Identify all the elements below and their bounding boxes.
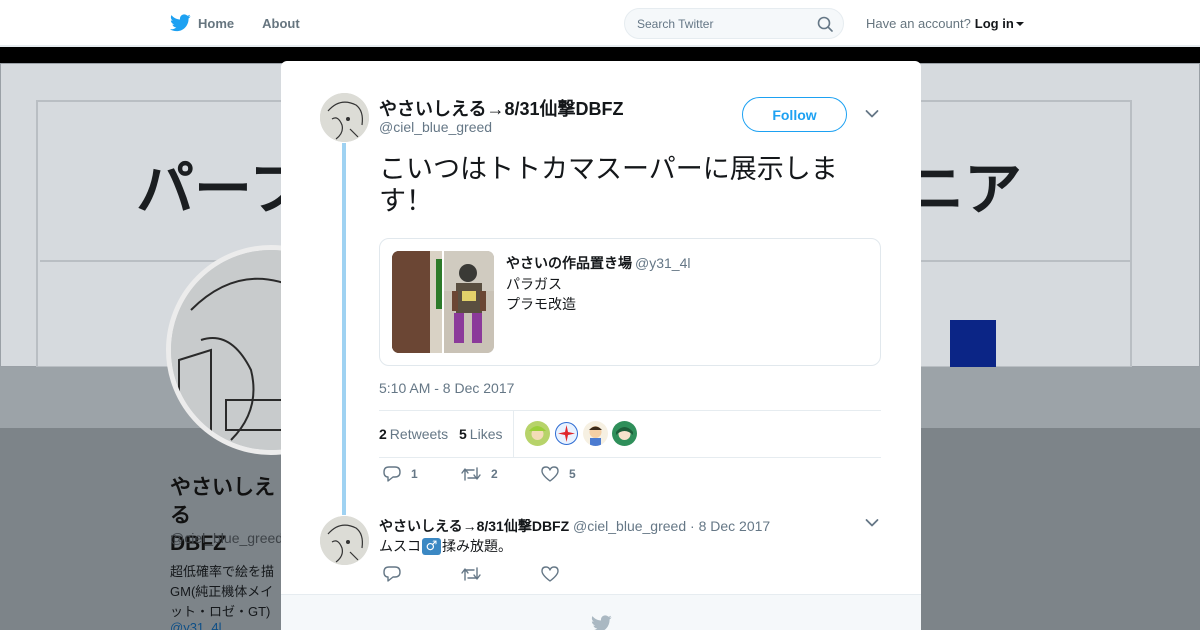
tweet-text: こいつはトトカマスーパーに展示します！ bbox=[379, 154, 838, 217]
retweets-stat[interactable]: 2 Retweets bbox=[379, 426, 448, 442]
like-count: 5 bbox=[569, 467, 576, 481]
reply-text: ムスコ ♂ 揉み放題。 bbox=[379, 536, 512, 556]
reply-retweet-button[interactable] bbox=[461, 566, 491, 582]
reply-text-before: ムスコ bbox=[379, 538, 421, 554]
retweet-icon bbox=[461, 567, 481, 581]
search-input[interactable] bbox=[625, 9, 805, 38]
tweet-stats: 2 Retweets 5 Likes bbox=[379, 410, 881, 458]
liker-avatar[interactable] bbox=[554, 421, 579, 446]
profile-bio: 超低確率で絵を描 GM(純正機体メイ ット・ロゼ・GT) bbox=[170, 562, 282, 622]
nav-about-label: About bbox=[262, 15, 300, 31]
chevron-down-icon[interactable] bbox=[865, 518, 879, 528]
reply-header: やさいしえる→8/31仙撃DBFZ @ciel_blue_greed · 8 D… bbox=[379, 516, 770, 536]
reply-icon bbox=[383, 566, 401, 582]
nav-home-label: Home bbox=[198, 15, 235, 31]
likes-count: 5 bbox=[459, 426, 467, 442]
quoted-tweet-line2: プラモ改造 bbox=[506, 296, 576, 312]
liker-avatar[interactable] bbox=[612, 421, 637, 446]
author-handle[interactable]: @ciel_blue_greed bbox=[379, 119, 492, 135]
stats-divider bbox=[513, 411, 514, 458]
banner-text-right: ニア bbox=[906, 155, 1023, 223]
twitter-bird-icon bbox=[591, 615, 612, 630]
reply-like-button[interactable] bbox=[541, 566, 569, 582]
quoted-tweet-line1: パラガス bbox=[506, 276, 562, 292]
likes-stat[interactable]: 5 Likes bbox=[459, 426, 502, 442]
caret-down-icon[interactable] bbox=[1015, 21, 1024, 26]
tweet-modal: やさいしえる→8/31仙撃DBFZ @ciel_blue_greed Follo… bbox=[281, 61, 921, 630]
reply-button[interactable]: 1 bbox=[383, 466, 418, 482]
liker-avatar[interactable] bbox=[583, 421, 608, 446]
quoted-tweet-header: やさいの作品置き場 @y31_4l bbox=[506, 253, 690, 273]
reply-count: 1 bbox=[411, 467, 418, 481]
reply-text-after: 揉み放題。 bbox=[442, 538, 512, 554]
reply-author-name[interactable]: やさいしえる→8/31仙撃DBFZ bbox=[379, 518, 569, 534]
reply-date[interactable]: 8 Dec 2017 bbox=[699, 518, 771, 534]
account-area: Have an account? Log in bbox=[866, 16, 1024, 31]
follow-button[interactable]: Follow bbox=[742, 97, 847, 132]
reply-separator: · bbox=[690, 518, 695, 534]
retweet-icon bbox=[461, 467, 481, 481]
profile-handle: @ciel_blue_greed bbox=[170, 530, 284, 546]
heart-icon bbox=[541, 466, 559, 482]
modal-footer bbox=[281, 594, 921, 630]
reply-reply-button[interactable] bbox=[383, 566, 411, 582]
quoted-tweet-card[interactable]: やさいの作品置き場 @y31_4l パラガス プラモ改造 bbox=[379, 238, 881, 366]
quoted-tweet-image bbox=[392, 251, 494, 353]
reply-author-handle[interactable]: @ciel_blue_greed bbox=[573, 518, 686, 534]
retweets-count: 2 bbox=[379, 426, 387, 442]
reply-author-avatar[interactable] bbox=[320, 516, 369, 565]
tweet-timestamp[interactable]: 5:10 AM - 8 Dec 2017 bbox=[379, 380, 514, 396]
profile-bio-line3: ット・ロゼ・GT) bbox=[170, 604, 271, 619]
profile-bio-line1: 超低確率で絵を描 bbox=[170, 564, 275, 579]
search-icon[interactable] bbox=[817, 16, 833, 32]
search-box bbox=[624, 8, 844, 39]
quoted-author-handle: @y31_4l bbox=[635, 255, 691, 271]
close-icon[interactable] bbox=[1155, 12, 1179, 36]
profile-bio-link[interactable]: @y31_4l bbox=[170, 620, 222, 630]
liker-avatar[interactable] bbox=[525, 421, 550, 446]
top-navigation: Home About Have an account? Log in bbox=[0, 0, 1200, 46]
retweet-count: 2 bbox=[491, 467, 498, 481]
like-button[interactable]: 5 bbox=[541, 466, 576, 482]
chevron-down-icon[interactable] bbox=[865, 109, 879, 119]
nav-about[interactable]: About bbox=[262, 16, 300, 31]
male-sign-emoji: ♂ bbox=[422, 537, 441, 555]
nav-links: Home About bbox=[170, 0, 328, 46]
quoted-author-name: やさいの作品置き場 bbox=[506, 255, 632, 271]
thread-line bbox=[342, 143, 346, 515]
profile-name-line1: やさいしえる bbox=[170, 476, 275, 527]
nav-home[interactable]: Home bbox=[170, 14, 234, 32]
profile-bio-line2: GM(純正機体メイ bbox=[170, 584, 274, 599]
have-account-text: Have an account? bbox=[866, 16, 971, 31]
author-avatar[interactable] bbox=[320, 93, 369, 142]
retweets-label: Retweets bbox=[389, 426, 449, 442]
reply-icon bbox=[383, 466, 401, 482]
heart-icon bbox=[541, 566, 559, 582]
login-link[interactable]: Log in bbox=[975, 16, 1014, 31]
retweet-button[interactable]: 2 bbox=[461, 466, 498, 482]
likes-label: Likes bbox=[469, 426, 503, 442]
author-name[interactable]: やさいしえる→8/31仙撃DBFZ bbox=[379, 95, 623, 121]
twitter-bird-icon bbox=[170, 14, 191, 32]
